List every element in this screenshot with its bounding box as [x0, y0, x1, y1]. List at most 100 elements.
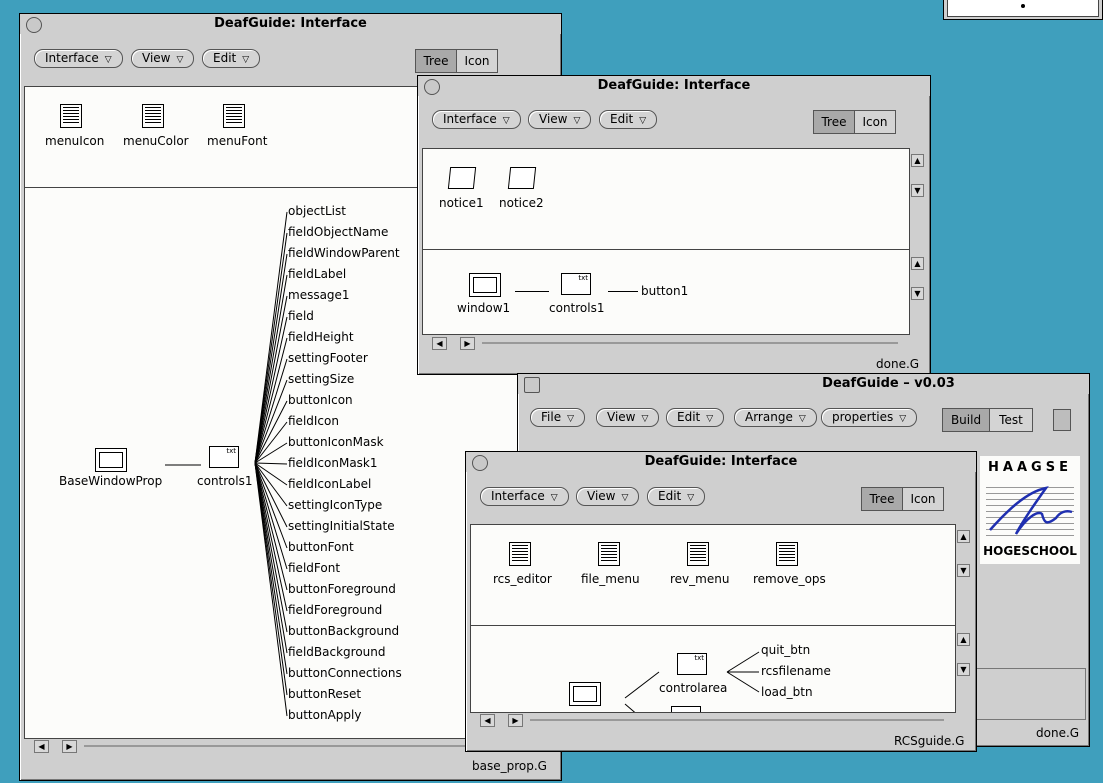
title-bar[interactable]: DeafGuide: Interface — [418, 76, 930, 96]
tree-child-label[interactable]: fieldObjectName — [288, 225, 388, 239]
vertical-scrollbar[interactable]: ▲ ▼ — [910, 148, 924, 248]
scroll-down-icon[interactable]: ▼ — [957, 564, 970, 577]
item-label: file_menu — [581, 572, 640, 586]
tree-root-label: window1 — [457, 301, 511, 315]
tree-child-label[interactable]: fieldIconMask1 — [288, 456, 378, 470]
controls-icon[interactable]: txt — [209, 446, 239, 468]
tree-child-label: load_btn — [761, 685, 813, 699]
controls-icon[interactable]: txt — [677, 653, 707, 675]
menu-arrange[interactable]: Arrange ▽ — [734, 408, 817, 427]
menu-interface[interactable]: Interface ▽ — [432, 110, 521, 129]
tree-child-label[interactable]: fieldIcon — [288, 414, 339, 428]
menu-interface[interactable]: Interface ▽ — [480, 487, 569, 506]
scroll-up-icon[interactable]: ▲ — [911, 257, 924, 270]
tree-child-label[interactable]: fieldFont — [288, 561, 340, 575]
menu-file[interactable]: File ▽ — [530, 408, 586, 427]
title-bar[interactable]: DeafGuide: Interface — [20, 14, 561, 34]
icon-mode-button[interactable]: Icon — [456, 49, 498, 73]
window-menu-button[interactable] — [26, 17, 42, 33]
scroll-left-icon[interactable]: ◀ — [432, 337, 447, 350]
menu-label: Interface — [491, 489, 545, 503]
tree-child-label[interactable]: settingInitialState — [288, 519, 395, 533]
school-logo: HAAGSE HOGESCHOOL — [980, 456, 1080, 564]
tree-child-label[interactable]: fieldBackground — [288, 645, 385, 659]
dropdown-icon: ▽ — [502, 116, 510, 126]
icon-mode-button[interactable]: Icon — [902, 487, 944, 511]
menu-edit[interactable]: Edit ▽ — [599, 110, 658, 129]
scroll-up-icon[interactable]: ▲ — [911, 154, 924, 167]
scroll-down-icon[interactable]: ▼ — [911, 287, 924, 300]
offscreen-window-fragment — [943, 0, 1103, 20]
tree-child-label[interactable]: buttonReset — [288, 687, 361, 701]
tree-child-label[interactable]: settingIconType — [288, 498, 382, 512]
tree-child-label[interactable]: buttonIcon — [288, 393, 353, 407]
tree-child-label[interactable]: buttonApply — [288, 708, 361, 722]
menu-interface[interactable]: Interface ▽ — [34, 49, 123, 68]
scroll-down-icon[interactable]: ▼ — [911, 184, 924, 197]
item-label: rev_menu — [670, 572, 730, 586]
menu-view[interactable]: View ▽ — [131, 49, 195, 68]
controls-icon[interactable]: txt — [561, 273, 591, 295]
horizontal-scrollbar[interactable]: ◀ ▶ — [470, 713, 954, 727]
tree-child-label[interactable]: field — [288, 309, 314, 323]
tree-child-label[interactable]: fieldHeight — [288, 330, 354, 344]
tree-child-label[interactable]: fieldIconLabel — [288, 477, 371, 491]
tree-child-label[interactable]: fieldWindowParent — [288, 246, 400, 260]
menu-icon[interactable] — [687, 542, 709, 566]
tree-child-label[interactable]: buttonBackground — [288, 624, 399, 638]
menu-icon[interactable] — [142, 104, 164, 128]
scroll-down-icon[interactable]: ▼ — [957, 663, 970, 676]
scroll-right-icon[interactable]: ▶ — [508, 714, 523, 727]
tree-mode-button[interactable]: Tree — [813, 110, 855, 134]
scroll-up-icon[interactable]: ▲ — [957, 633, 970, 646]
horizontal-scrollbar[interactable]: ◀ ▶ — [422, 336, 908, 350]
scroll-up-icon[interactable]: ▲ — [957, 530, 970, 543]
menu-edit[interactable]: Edit ▽ — [647, 487, 706, 506]
menu-properties[interactable]: properties ▽ — [821, 408, 918, 427]
menu-icon[interactable] — [509, 542, 531, 566]
tree-child-label[interactable]: buttonConnections — [288, 666, 402, 680]
menu-view[interactable]: View ▽ — [596, 408, 660, 427]
vertical-scrollbar[interactable]: ▲ ▼ — [956, 625, 970, 711]
menu-icon[interactable] — [60, 104, 82, 128]
menu-view[interactable]: View ▽ — [576, 487, 640, 506]
controls-icon-partial[interactable] — [671, 706, 701, 712]
menu-view[interactable]: View ▽ — [528, 110, 592, 129]
tree-child-label[interactable]: buttonIconMask — [288, 435, 384, 449]
menu-icon[interactable] — [598, 542, 620, 566]
title-bar[interactable]: DeafGuide: Interface — [466, 452, 976, 472]
notice-icon[interactable] — [507, 167, 537, 189]
tree-child-label[interactable]: buttonForeground — [288, 582, 396, 596]
tree-child-label[interactable]: buttonFont — [288, 540, 354, 554]
logo-text-bottom: HOGESCHOOL — [983, 544, 1077, 558]
scroll-right-icon[interactable]: ▶ — [460, 337, 475, 350]
menu-icon[interactable] — [776, 542, 798, 566]
test-mode-button[interactable]: Test — [989, 408, 1033, 432]
window-menu-button[interactable] — [424, 79, 440, 95]
title-bar[interactable]: DeafGuide – v0.03 — [518, 374, 1089, 394]
tree-mode-button[interactable]: Tree — [415, 49, 457, 73]
tree-child-label[interactable]: fieldLabel — [288, 267, 346, 281]
window-icon[interactable] — [469, 273, 501, 297]
menu-edit[interactable]: Edit ▽ — [202, 49, 261, 68]
window-icon[interactable] — [95, 448, 127, 472]
menu-edit[interactable]: Edit ▽ — [666, 408, 725, 427]
window-menu-button[interactable] — [472, 455, 488, 471]
vertical-scrollbar[interactable]: ▲ ▼ — [956, 524, 970, 624]
vertical-scrollbar[interactable]: ▲ ▼ — [910, 249, 924, 333]
tree-child-label[interactable]: fieldForeground — [288, 603, 382, 617]
tree-pane: txt controlarea quit_btn rcsfilename loa… — [470, 625, 956, 713]
tree-child-label[interactable]: message1 — [288, 288, 350, 302]
tree-mode-button[interactable]: Tree — [861, 487, 903, 511]
icon-mode-button[interactable]: Icon — [854, 110, 896, 134]
build-mode-button[interactable]: Build — [942, 408, 990, 432]
scroll-left-icon[interactable]: ◀ — [480, 714, 495, 727]
scroll-right-icon[interactable]: ▶ — [62, 740, 77, 753]
window-menu-button[interactable] — [524, 377, 540, 393]
notice-icon[interactable] — [447, 167, 477, 189]
tree-child-label[interactable]: objectList — [288, 204, 346, 218]
scroll-left-icon[interactable]: ◀ — [34, 740, 49, 753]
tree-child-label[interactable]: settingSize — [288, 372, 354, 386]
menu-icon[interactable] — [223, 104, 245, 128]
tree-child-label[interactable]: settingFooter — [288, 351, 368, 365]
